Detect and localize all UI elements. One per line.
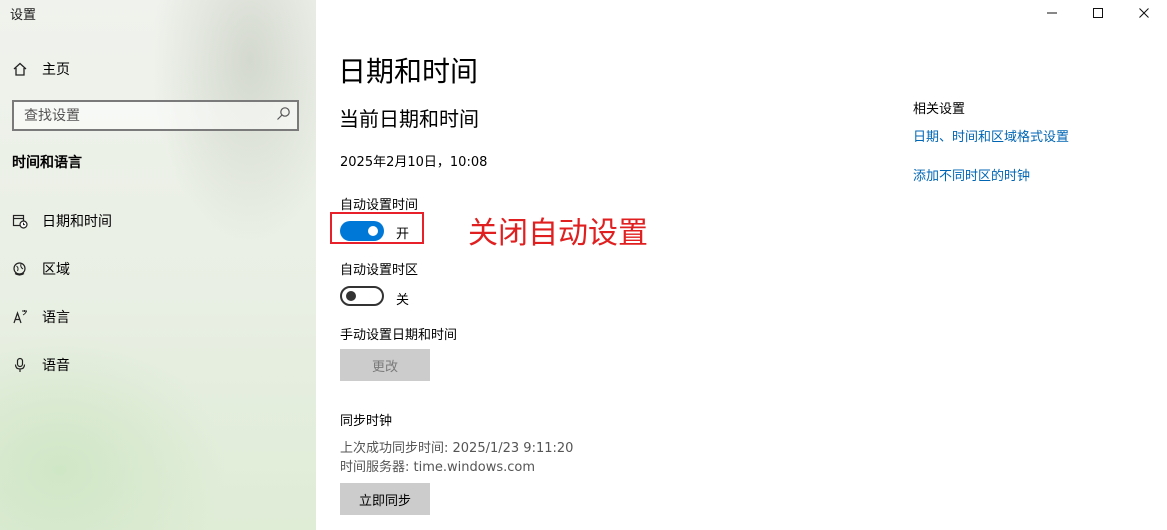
globe-icon — [12, 261, 28, 277]
sidebar-item-language[interactable]: 语言 — [12, 306, 70, 328]
section-heading-current: 当前日期和时间 — [339, 107, 479, 131]
sidebar-item-speech[interactable]: 语音 — [12, 354, 70, 376]
sidebar-item-label: 主页 — [42, 62, 70, 78]
sidebar: 设置 主页 时间和语言 日期和时间 区域 — [0, 0, 316, 530]
manual-set-label: 手动设置日期和时间 — [340, 328, 458, 343]
auto-timezone-toggle[interactable] — [340, 286, 384, 306]
auto-time-label: 自动设置时间 — [340, 198, 419, 213]
time-server: 时间服务器: time.windows.com — [340, 460, 536, 475]
sidebar-item-region[interactable]: 区域 — [12, 258, 70, 280]
toggle-knob — [346, 291, 356, 301]
maximize-button[interactable] — [1075, 0, 1121, 26]
search-icon[interactable] — [275, 106, 291, 126]
sidebar-item-label: 区域 — [42, 262, 70, 278]
microphone-icon — [12, 357, 28, 373]
last-sync-time: 上次成功同步时间: 2025/1/23 9:11:20 — [340, 441, 574, 456]
window-controls — [1029, 0, 1167, 26]
page-title: 日期和时间 — [338, 55, 479, 88]
related-settings-title: 相关设置 — [913, 102, 966, 117]
maximize-icon — [1092, 4, 1104, 23]
auto-timezone-label: 自动设置时区 — [340, 263, 419, 278]
sync-now-button[interactable]: 立即同步 — [340, 483, 430, 515]
settings-window: 设置 主页 时间和语言 日期和时间 区域 — [0, 0, 1167, 530]
minimize-icon — [1046, 4, 1058, 23]
sidebar-item-label: 日期和时间 — [42, 214, 112, 230]
change-button[interactable]: 更改 — [340, 349, 430, 381]
close-icon — [1138, 4, 1150, 23]
app-title: 设置 — [10, 8, 37, 23]
link-add-clocks[interactable]: 添加不同时区的时钟 — [913, 165, 1030, 184]
minimize-button[interactable] — [1029, 0, 1075, 26]
calendar-clock-icon — [12, 213, 28, 229]
auto-timezone-state: 关 — [396, 293, 410, 308]
annotation-text: 关闭自动设置 — [468, 216, 648, 251]
close-button[interactable] — [1121, 0, 1167, 26]
sidebar-item-label: 语言 — [42, 310, 70, 326]
sidebar-item-home[interactable]: 主页 — [12, 58, 70, 80]
sidebar-item-label: 语音 — [42, 358, 70, 374]
search-box[interactable] — [12, 100, 299, 131]
language-icon — [12, 309, 28, 325]
sidebar-item-date-time[interactable]: 日期和时间 — [12, 210, 112, 232]
link-date-time-region-format[interactable]: 日期、时间和区域格式设置 — [913, 126, 1069, 145]
section-title: 时间和语言 — [12, 155, 82, 171]
sync-clock-label: 同步时钟 — [340, 414, 393, 429]
search-input[interactable] — [24, 107, 254, 124]
current-datetime: 2025年2月10日，10:08 — [340, 155, 488, 170]
annotation-highlight-box — [330, 212, 424, 244]
home-icon — [12, 61, 28, 77]
